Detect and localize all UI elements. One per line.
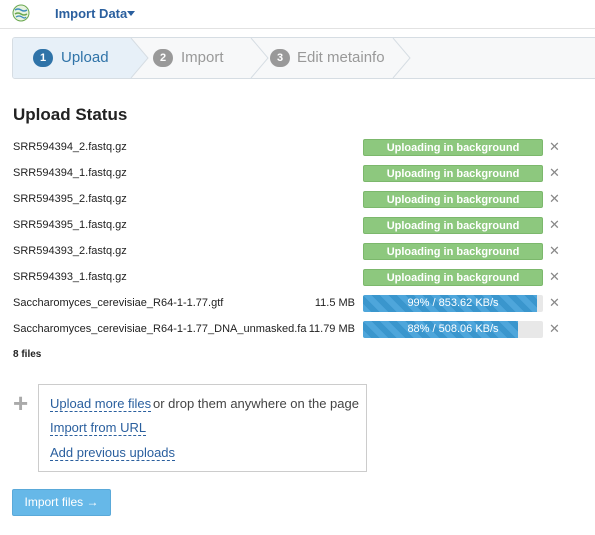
upload-progress-bar: Uploading in background [363,243,543,260]
close-icon[interactable]: ✕ [549,165,560,181]
close-icon[interactable]: ✕ [549,269,560,285]
list-item: Saccharomyces_cerevisiae_R64-1-1.77_DNA_… [0,320,595,340]
upload-status-text: Uploading in background [386,194,520,206]
globe-logo-icon[interactable] [12,4,30,22]
step-number: 3 [270,49,290,67]
upload-status-text: 99% / 853.62 KB/s [407,297,499,309]
upload-progress-bar: Uploading in background [363,269,543,286]
file-count: 8 files [13,349,42,360]
close-icon[interactable]: ✕ [549,217,560,233]
wizard-steps: 1 Upload 2 Import 3 Edit metainfo [12,37,595,79]
list-item: SRR594393_2.fastq.gz Uploading in backgro… [0,242,595,262]
step-label: Import [181,49,224,66]
file-name: SRR594394_2.fastq.gz [13,141,127,153]
import-data-menu[interactable]: Import Data [55,6,127,21]
upload-progress-bar: 99% / 853.62 KB/s [363,295,543,312]
file-name: SRR594394_1.fastq.gz [13,167,127,179]
add-previous-uploads-link[interactable]: Add previous uploads [50,445,176,461]
close-icon[interactable]: ✕ [549,139,560,155]
step-label: Edit metainfo [297,49,385,66]
close-icon[interactable]: ✕ [549,321,560,337]
list-item: SRR594393_1.fastq.gz Uploading in backgro… [0,268,595,288]
upload-progress-bar: Uploading in background [363,139,543,156]
file-name: Saccharomyces_cerevisiae_R64-1-1.77.gtf [13,297,224,309]
file-size: 11.5 MB [314,297,355,309]
tab-upload[interactable]: 1 Upload [13,38,148,78]
upload-status-text: Uploading in background [386,168,520,180]
upload-progress-bar: Uploading in background [363,217,543,234]
upload-progress-bar: 88% / 508.06 KB/s [363,321,543,338]
tab-edit-metainfo[interactable]: 3 Edit metainfo [268,38,410,78]
upload-more-files-link[interactable]: Upload more files [50,396,152,412]
list-item: SRR594394_1.fastq.gz Uploading in backgro… [0,164,595,184]
upload-status-text: Uploading in background [386,246,520,258]
close-icon[interactable]: ✕ [549,295,560,311]
page-title: Upload Status [13,105,128,124]
upload-status-text: Uploading in background [386,272,520,284]
file-name: SRR594395_1.fastq.gz [13,219,127,231]
upload-dropzone[interactable]: Upload more files or drop them anywhere … [38,384,367,472]
upload-progress-bar: Uploading in background [363,191,543,208]
list-item: Saccharomyces_cerevisiae_R64-1-1.77.gtf 1… [0,294,595,314]
drop-hint: or drop them anywhere on the page [153,396,359,411]
chevron-down-icon[interactable] [127,11,135,16]
import-from-url-link[interactable]: Import from URL [50,420,147,436]
tab-import[interactable]: 2 Import [148,38,268,78]
file-name: Saccharomyces_cerevisiae_R64-1-1.77_DNA_… [13,323,307,335]
file-name: SRR594393_2.fastq.gz [13,245,127,257]
upload-status-text: 88% / 508.06 KB/s [407,323,499,335]
step-number: 2 [153,49,173,67]
step-number: 1 [33,49,53,67]
import-files-button[interactable]: Import files → [12,489,111,516]
list-item: SRR594395_2.fastq.gz Uploading in backgro… [0,190,595,210]
step-label: Upload [61,49,109,66]
file-size: 11.79 MB [308,323,355,335]
file-name: SRR594395_2.fastq.gz [13,193,127,205]
upload-status-text: Uploading in background [386,142,520,154]
upload-progress-bar: Uploading in background [363,165,543,182]
close-icon[interactable]: ✕ [549,243,560,259]
plus-icon[interactable]: + [13,390,28,416]
upload-status-text: Uploading in background [386,220,520,232]
list-item: SRR594394_2.fastq.gz Uploading in backgro… [0,138,595,158]
list-item: SRR594395_1.fastq.gz Uploading in backgro… [0,216,595,236]
top-bar: Import Data [0,0,595,29]
close-icon[interactable]: ✕ [549,191,560,207]
file-name: SRR594393_1.fastq.gz [13,271,127,283]
